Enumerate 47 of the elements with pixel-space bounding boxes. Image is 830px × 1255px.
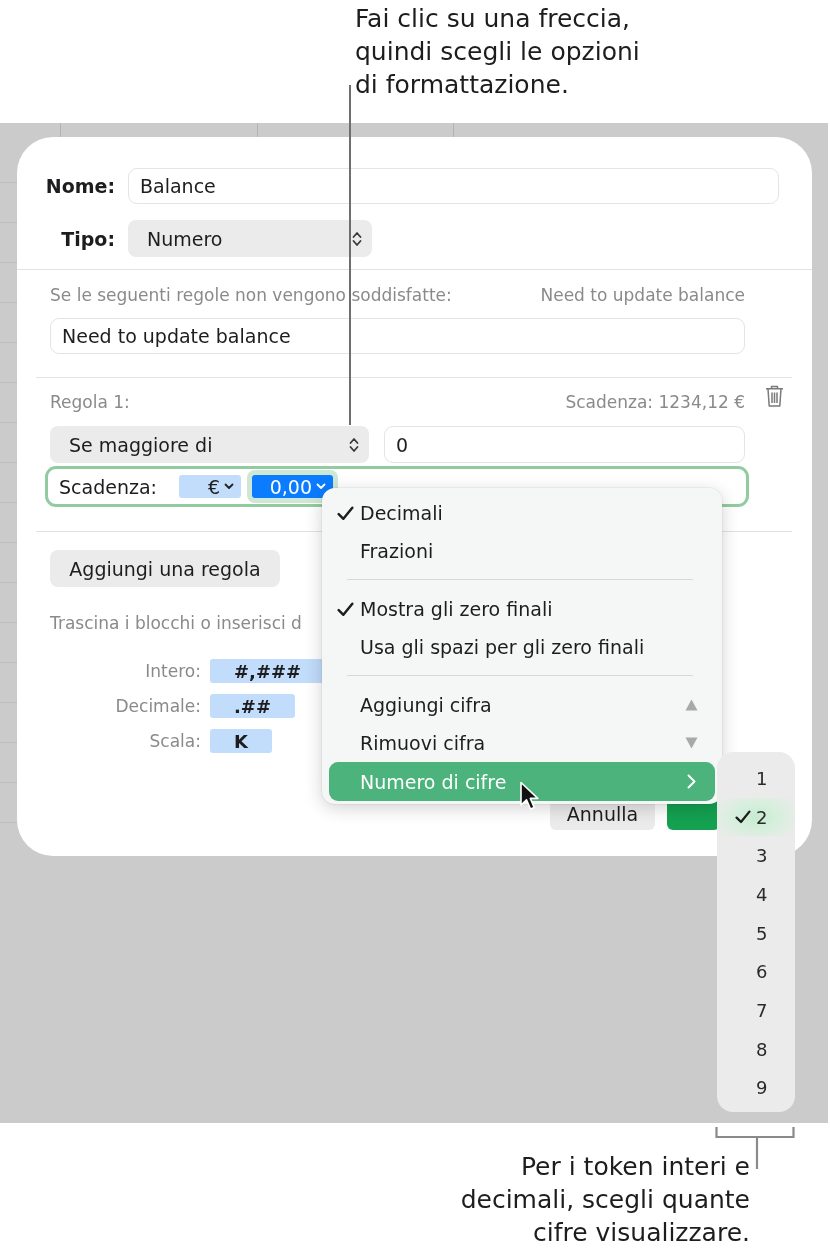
menu-item[interactable]: Usa gli spazi per gli zero finali (329, 628, 715, 666)
check-icon (337, 505, 354, 521)
submenu-item[interactable]: 7 (717, 991, 795, 1030)
type-popup[interactable]: Numero (128, 220, 372, 257)
updown-chevron-icon (349, 436, 359, 453)
format-token[interactable]: € (179, 475, 241, 498)
trash-icon[interactable] (765, 384, 784, 408)
triangle-down-icon (685, 737, 698, 749)
menu-item[interactable]: Rimuovi cifra (329, 724, 715, 762)
format-field-label: Scadenza: (59, 475, 158, 498)
chevron-down-icon (316, 483, 326, 490)
submenu-item[interactable]: 8 (717, 1029, 795, 1069)
rule-title: Regola 1: (50, 392, 130, 412)
field-label: Tipo: (61, 227, 115, 250)
submenu-item[interactable]: 1 (717, 759, 795, 798)
callout-text: Per i token interi e decimali, scegli quante cifre visualizzare. (459, 1151, 750, 1249)
submenu-item[interactable]: 9 (717, 1068, 795, 1108)
value-field[interactable]: 0 (384, 426, 745, 463)
name-field[interactable]: Balance (128, 168, 779, 204)
rule-preview: Scadenza: 1234,12 € (565, 392, 745, 412)
updown-chevron-icon (352, 230, 362, 247)
chevron-down-icon (224, 483, 234, 490)
condition-popup[interactable]: Se maggiore di (50, 426, 369, 463)
triangle-up-icon (685, 699, 698, 711)
callout-text: Fai clic su una freccia, quindi scegli le opzioni di formattazione. (355, 3, 641, 101)
message-field[interactable]: Need to update balance (50, 318, 745, 354)
hint-text: Trascina i blocchi o inserisci d (50, 613, 302, 633)
message-preview: Need to update balance (540, 285, 745, 305)
menu-item[interactable]: Frazioni (329, 532, 715, 570)
token-label: Intero: (145, 661, 201, 681)
check-icon (735, 810, 751, 825)
chevron-right-icon (687, 774, 696, 789)
menu-item[interactable]: Mostra gli zero finali (329, 590, 715, 628)
menu-item[interactable]: Aggiungi cifra (329, 686, 715, 724)
add-rule-button[interactable]: Aggiungi una regola (50, 550, 280, 587)
check-icon (337, 601, 354, 617)
submenu-item[interactable]: 5 (717, 913, 795, 953)
submenu-item[interactable]: 6 (717, 952, 795, 992)
field-label: Nome: (45, 175, 115, 197)
token-label: Scala: (149, 731, 201, 751)
submenu-item[interactable]: 2 (717, 797, 795, 837)
format-token[interactable]: .## (210, 694, 295, 718)
submenu-item[interactable]: 3 (717, 836, 795, 876)
token-label: Decimale: (115, 696, 201, 716)
message-caption: Se le seguenti regole non vengono soddisfatte: (50, 285, 452, 305)
submenu-item[interactable]: 4 (717, 875, 795, 914)
format-token[interactable]: K (210, 729, 272, 753)
